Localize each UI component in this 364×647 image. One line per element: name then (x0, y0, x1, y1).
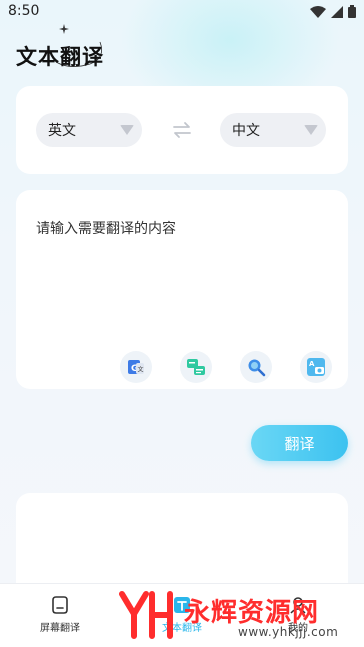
translate-button[interactable]: 翻译 (251, 425, 348, 461)
language-card: 英文 中文 (16, 86, 348, 174)
nav-item-screen-translate[interactable]: 屏幕翻译 (20, 594, 100, 634)
target-language-select[interactable]: 中文 (220, 113, 326, 147)
search-icon (248, 359, 266, 377)
chevron-down-icon (120, 125, 134, 135)
wifi-icon (310, 5, 326, 18)
page-title: 文本翻译 (16, 45, 104, 69)
nav-label-text-translate: 文本翻译 (162, 623, 202, 634)
source-language-label: 英文 (48, 123, 76, 139)
svg-text:文: 文 (138, 366, 144, 374)
status-bar: 8:50 (0, 0, 364, 24)
source-language-select[interactable]: 英文 (36, 113, 142, 147)
google-translate-button[interactable]: G 文 (120, 351, 152, 383)
user-icon (290, 597, 306, 614)
search-lookup-button[interactable] (240, 351, 272, 383)
image-translate-button[interactable]: A (300, 351, 332, 383)
swap-languages-icon[interactable] (172, 121, 192, 139)
input-card[interactable]: 请输入需要翻译的内容 G 文 A (16, 190, 348, 389)
text-input-placeholder[interactable]: 请输入需要翻译的内容 (36, 218, 176, 238)
status-icons (310, 5, 356, 18)
signal-icon (331, 5, 343, 18)
text-compare-button[interactable] (180, 351, 212, 383)
image-translate-icon: A (307, 358, 325, 376)
nav-item-mine[interactable]: 我的 (258, 594, 338, 634)
screen-icon (52, 596, 68, 614)
google-translate-icon: G 文 (128, 360, 144, 374)
target-language-label: 中文 (232, 123, 260, 139)
status-time: 8:50 (8, 3, 40, 19)
bottom-nav: 屏幕翻译 文本翻译 我的 (0, 583, 364, 647)
battery-icon (348, 5, 356, 18)
app-screen: 8:50 文本翻译 英文 中文 请输入需要翻译的内容 G 文 A 翻译 屏幕翻译… (0, 0, 364, 647)
nav-label-screen-translate: 屏幕翻译 (40, 623, 80, 634)
text-compare-icon (187, 359, 205, 375)
text-icon (174, 597, 190, 613)
svg-text:A: A (309, 360, 315, 368)
nav-item-text-translate[interactable]: 文本翻译 (142, 594, 222, 634)
nav-label-mine: 我的 (288, 623, 308, 634)
chevron-down-icon (304, 125, 318, 135)
